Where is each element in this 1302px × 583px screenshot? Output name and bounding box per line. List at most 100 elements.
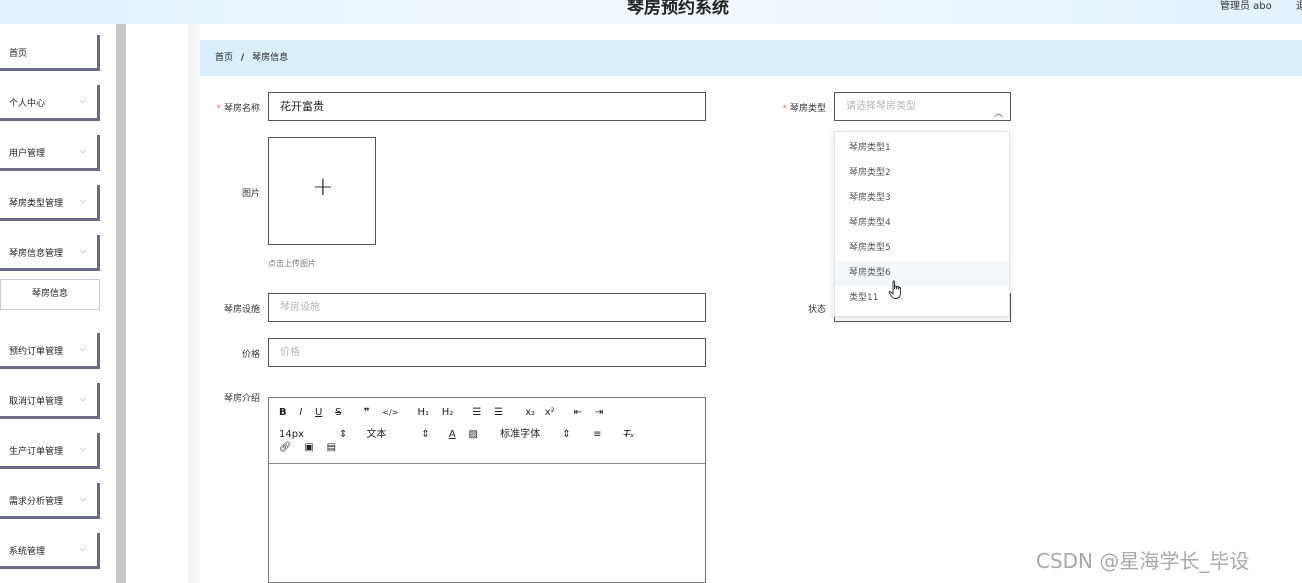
chevron-up-icon: ︿ [994, 109, 1004, 119]
sidebar-scrollbar[interactable] [116, 24, 126, 583]
strikethrough-icon[interactable]: S [335, 407, 341, 418]
image-icon[interactable]: ▣ [304, 442, 313, 453]
chevron-down-icon: ⌵ [80, 444, 87, 453]
chevron-down-icon: ⌵ [80, 394, 87, 403]
sidebar-item-label: 琴房信息管理 [9, 249, 64, 259]
superscript-icon[interactable]: x² [545, 407, 555, 418]
chevron-down-icon: ⌵ [80, 96, 87, 105]
sidebar-item-label: 琴房类型管理 [9, 199, 64, 209]
sidebar-item-system-management[interactable]: 系统管理 ⌵ [0, 533, 100, 569]
room-type-option[interactable]: 琴房类型2 [835, 161, 1009, 186]
chevron-down-icon: ⌵ [80, 246, 87, 255]
sidebar-subitem-room-info[interactable]: 琴房信息 [0, 279, 100, 310]
room-type-option[interactable]: 琴房类型5 [835, 236, 1009, 261]
room-type-option[interactable]: 琴房类型3 [835, 186, 1009, 211]
sidebar-item-personal-center[interactable]: 个人中心 ⌵ [0, 85, 100, 121]
bold-icon[interactable]: B [279, 407, 287, 418]
font-size-select[interactable]: 14px ⇕ [279, 429, 347, 440]
sidebar-item-label: 用户管理 [9, 149, 46, 159]
room-type-select[interactable]: 请选择琴房类型 ︿ [834, 92, 1011, 121]
room-name-input[interactable]: 花开富贵 [268, 92, 706, 121]
required-mark: * [782, 104, 787, 114]
app-title: 琴房预约系统 [627, 0, 729, 18]
room-name-label: * 琴房名称 [208, 101, 260, 114]
chevron-down-icon: ⌵ [80, 146, 87, 155]
sidebar: 首页 个人中心 ⌵ 用户管理 ⌵ 琴房类型管理 ⌵ 琴房信息管理 ⌵ 琴房信息 … [0, 24, 116, 583]
chevron-down-icon: ⌵ [80, 544, 87, 553]
ordered-list-icon[interactable]: ☰ [472, 407, 481, 418]
heading-2-icon[interactable]: H₂ [442, 407, 454, 418]
sidebar-item-cancel-orders[interactable]: 取消订单管理 ⌵ [0, 383, 100, 419]
top-bar: 琴房预约系统 管理员 abo 退 [0, 0, 1302, 24]
select-arrows-icon: ⇕ [562, 429, 571, 440]
editor-toolbar-row-2: 14px ⇕ 文本 ⇕ A ▨ 标准字体 ⇕ ≡ T̶ₓ [279, 425, 634, 440]
sidebar-item-production-orders[interactable]: 生产订单管理 ⌵ [0, 433, 100, 469]
select-arrows-icon: ⇕ [421, 429, 430, 440]
room-type-option[interactable]: 琴房类型1 [835, 136, 1009, 161]
sidebar-item-label: 首页 [9, 49, 28, 59]
align-icon[interactable]: ≡ [593, 429, 601, 440]
main-content: 首页 / 琴房信息 * 琴房名称 花开富贵 * 琴房类型 请选择琴房类型 ︿ 图片 … [126, 24, 1302, 583]
csdn-watermark: CSDN @星海学长_毕设 [1036, 549, 1250, 573]
font-size-value: 14px [279, 429, 304, 440]
code-block-icon[interactable]: </> [382, 408, 398, 417]
user-info[interactable]: 管理员 abo [1220, 0, 1272, 12]
underline-icon[interactable]: U [315, 407, 322, 418]
sidebar-item-home[interactable]: 首页 [0, 35, 100, 71]
price-input[interactable]: 价格 [268, 338, 706, 367]
sidebar-item-label: 系统管理 [9, 547, 46, 557]
room-type-option-hovered[interactable]: 琴房类型6 [835, 261, 1009, 286]
image-upload-button[interactable]: + [268, 137, 376, 245]
breadcrumb-current: 琴房信息 [252, 53, 289, 63]
bullet-list-icon[interactable]: ☰ [494, 407, 503, 418]
sidebar-item-label: 需求分析管理 [9, 497, 64, 507]
rich-text-editor: B I U S ❞ </> H₁ H₂ ☰ ☰ x₂ x² ⇤ ⇥ 14px ⇕… [268, 397, 706, 583]
status-label: 状态 [807, 305, 826, 315]
facilities-input[interactable]: 琴房设施 [268, 293, 706, 322]
hand-cursor-icon [888, 280, 901, 299]
text-style-value: 文本 [366, 429, 387, 440]
room-type-dropdown: 琴房类型1 琴房类型2 琴房类型3 琴房类型4 琴房类型5 琴房类型6 类型11 [834, 131, 1010, 317]
required-mark: * [216, 104, 221, 114]
sidebar-item-room-info-management[interactable]: 琴房信息管理 ⌵ [0, 235, 100, 271]
blockquote-icon[interactable]: ❞ [364, 407, 370, 418]
image-label: 图片 [241, 189, 260, 199]
clear-format-icon[interactable]: T̶ₓ [624, 429, 635, 440]
heading-1-icon[interactable]: H₁ [417, 407, 429, 418]
font-family-select[interactable]: 标准字体 ⇕ [500, 425, 571, 440]
indent-icon[interactable]: ⇥ [595, 407, 603, 418]
room-name-label-text: 琴房名称 [223, 104, 260, 114]
text-style-select[interactable]: 文本 ⇕ [366, 425, 429, 440]
content-gutter [188, 24, 200, 583]
app-root: 琴房预约系统 管理员 abo 退 首页 个人中心 ⌵ 用户管理 ⌵ 琴房类型管理… [0, 0, 1302, 583]
plus-icon: + [312, 172, 334, 202]
link-icon[interactable]: 🔗︎ [279, 442, 292, 453]
sidebar-item-label: 生产订单管理 [9, 447, 64, 457]
background-color-icon[interactable]: ▨ [468, 429, 477, 440]
sidebar-item-label: 取消订单管理 [9, 397, 64, 407]
room-type-placeholder: 请选择琴房类型 [846, 101, 916, 112]
breadcrumb: 首页 / 琴房信息 [200, 40, 1302, 76]
breadcrumb-separator: / [240, 53, 245, 63]
chevron-down-icon: ⌵ [80, 196, 87, 205]
sidebar-item-room-type-management[interactable]: 琴房类型管理 ⌵ [0, 185, 100, 221]
room-type-option[interactable]: 琴房类型4 [835, 211, 1009, 236]
breadcrumb-home[interactable]: 首页 [215, 53, 233, 63]
select-arrows-icon: ⇕ [338, 429, 348, 440]
room-type-option[interactable]: 类型11 [835, 286, 1009, 311]
font-family-value: 标准字体 [500, 429, 541, 440]
sidebar-item-user-management[interactable]: 用户管理 ⌵ [0, 135, 100, 171]
room-type-label: * 琴房类型 [766, 101, 826, 114]
italic-icon[interactable]: I [299, 407, 302, 418]
video-icon[interactable]: ▤ [327, 442, 336, 453]
chevron-down-icon: ⌵ [80, 494, 87, 503]
sidebar-item-label: 个人中心 [9, 99, 46, 109]
logout-link[interactable]: 退 [1296, 0, 1302, 12]
sidebar-item-demand-analysis[interactable]: 需求分析管理 ⌵ [0, 483, 100, 519]
outdent-icon[interactable]: ⇤ [574, 407, 582, 418]
image-upload-hint: 点击上传图片 [268, 259, 316, 268]
sidebar-item-booking-orders[interactable]: 预约订单管理 ⌵ [0, 333, 100, 369]
subscript-icon[interactable]: x₂ [525, 407, 535, 418]
intro-label: 琴房介绍 [223, 394, 260, 404]
font-color-icon[interactable]: A [449, 429, 456, 440]
